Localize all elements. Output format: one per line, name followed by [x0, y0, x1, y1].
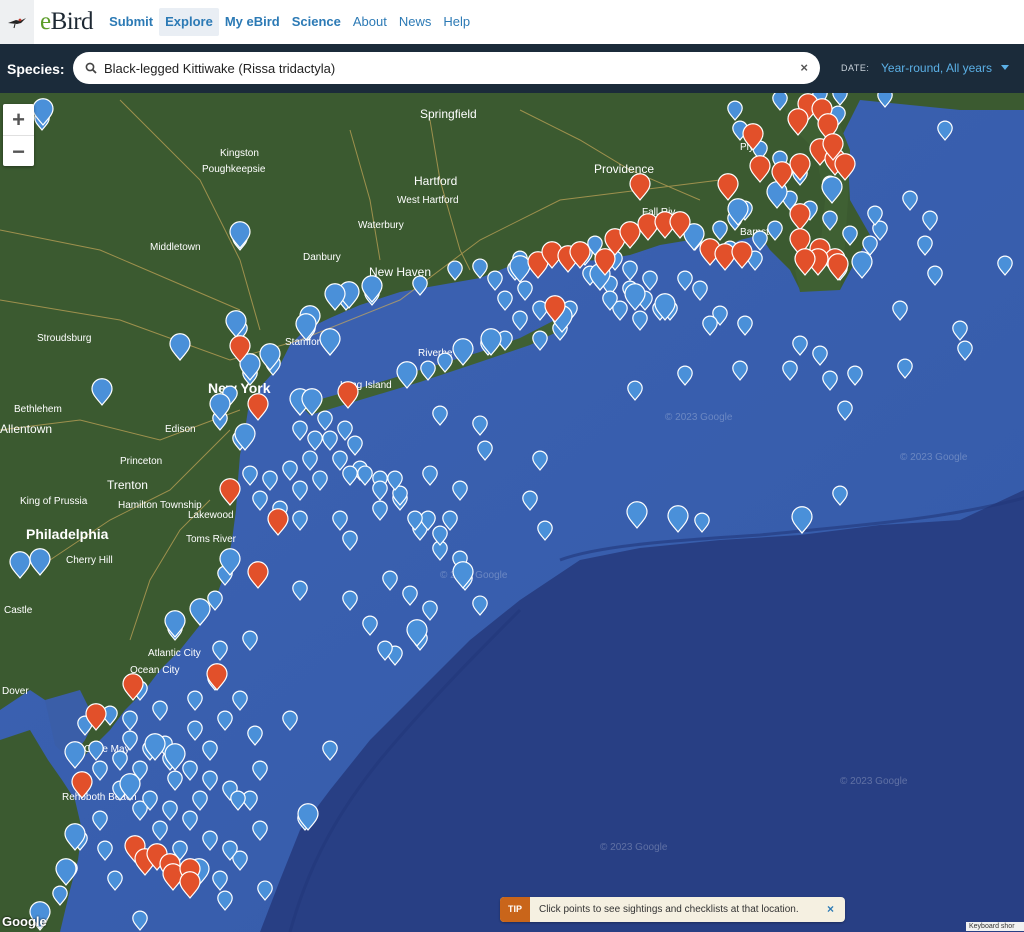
nav-help[interactable]: Help	[437, 8, 476, 36]
species-bar: Species: Black-legged Kittiwake (Rissa t…	[0, 44, 1024, 93]
label-middletown: Middletown	[150, 242, 201, 253]
nav-submit[interactable]: Submit	[103, 8, 159, 36]
species-value: Black-legged Kittiwake (Rissa tridactyla…	[104, 60, 336, 76]
label-stroudsburg: Stroudsburg	[37, 333, 91, 344]
zoom-control: + −	[3, 104, 34, 166]
date-selector[interactable]: Year-round, All years	[881, 61, 992, 75]
svg-text:© 2023 Google: © 2023 Google	[900, 452, 968, 463]
top-nav: eBird Submit Explore My eBird Science Ab…	[0, 0, 1024, 45]
keyboard-shortcuts-link[interactable]: Keyboard shor	[966, 922, 1024, 931]
nav-news[interactable]: News	[393, 8, 438, 36]
search-icon	[85, 62, 97, 74]
label-atlantic-city: Atlantic City	[148, 648, 201, 659]
label-edison: Edison	[165, 424, 196, 435]
label-kingston: Kingston	[220, 148, 259, 159]
label-hartford: Hartford	[414, 174, 457, 188]
svg-text:© 2023 Google: © 2023 Google	[440, 570, 508, 581]
zoom-in-button[interactable]: +	[3, 104, 34, 135]
ebird-logo[interactable]: eBird	[40, 8, 94, 36]
nav-explore[interactable]: Explore	[159, 8, 219, 36]
svg-text:© 2023 Google: © 2023 Google	[600, 842, 668, 853]
label-philadelphia: Philadelphia	[26, 526, 109, 542]
label-trenton: Trenton	[107, 478, 148, 492]
label-allentown: Allentown	[0, 422, 52, 436]
close-tip-button[interactable]: ×	[827, 902, 834, 916]
label-waterbury: Waterbury	[358, 220, 404, 231]
bird-logo-icon[interactable]	[0, 0, 34, 44]
tip-badge: TIP	[500, 897, 531, 922]
map-canvas[interactable]: Springfield Kingston Poughkeepsie Hartfo…	[0, 93, 1024, 932]
tip-banner: TIP Click points to see sightings and ch…	[500, 897, 845, 922]
chevron-down-icon[interactable]	[1001, 65, 1009, 70]
nav-science[interactable]: Science	[286, 8, 347, 36]
label-danbury: Danbury	[303, 252, 341, 263]
label-providence: Providence	[594, 162, 654, 176]
svg-text:© 2023 Google: © 2023 Google	[840, 776, 908, 787]
label-princeton: Princeton	[120, 456, 162, 467]
clear-species-button[interactable]: ×	[800, 60, 808, 75]
label-bethlehem: Bethlehem	[14, 404, 62, 415]
label-west-hartford: West Hartford	[397, 195, 459, 206]
label-dover: Dover	[2, 686, 29, 697]
date-label: DATE:	[841, 63, 870, 73]
google-logo: Google	[2, 914, 47, 929]
label-springfield: Springfield	[420, 107, 477, 121]
label-castle: Castle	[4, 605, 33, 616]
label-poughkeepsie: Poughkeepsie	[202, 164, 266, 175]
nav-my-ebird[interactable]: My eBird	[219, 8, 286, 36]
species-label: Species:	[7, 60, 65, 77]
nav-about[interactable]: About	[347, 8, 393, 36]
species-search-input[interactable]: Black-legged Kittiwake (Rissa tridactyla…	[73, 52, 820, 84]
map-svg[interactable]: Springfield Kingston Poughkeepsie Hartfo…	[0, 93, 1024, 932]
svg-text:© 2023 Google: © 2023 Google	[665, 412, 733, 423]
tip-message: Click points to see sightings and checkl…	[539, 904, 799, 915]
label-cherry-hill: Cherry Hill	[66, 555, 113, 566]
zoom-out-button[interactable]: −	[3, 136, 34, 167]
label-king-of-prussia: King of Prussia	[20, 496, 88, 507]
label-toms-river: Toms River	[186, 534, 237, 545]
label-lakewood: Lakewood	[188, 510, 234, 521]
